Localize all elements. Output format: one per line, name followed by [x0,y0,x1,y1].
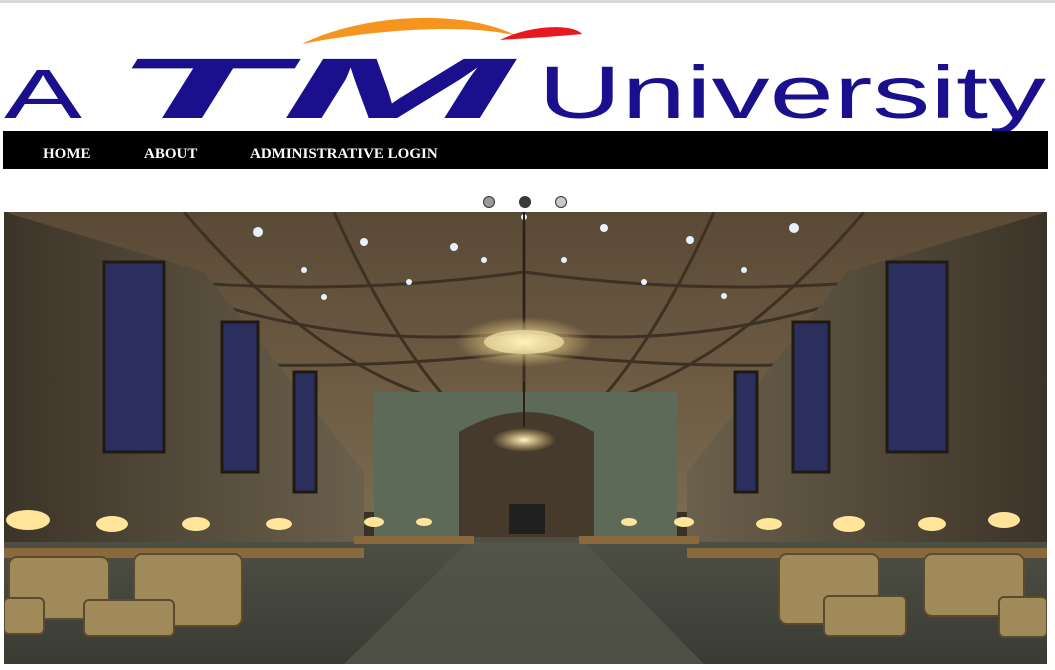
nav-home-link[interactable]: HOME [43,146,91,166]
nav-admin-login-link[interactable]: ADMINISTRATIVE LOGIN [250,146,438,166]
main-navigation: HOME ABOUT ADMINISTRATIVE LOGIN [3,131,1048,169]
hero-slide-image [4,212,1047,664]
logo-brand-text: TM [112,41,520,132]
slider-dot-2[interactable] [519,196,531,208]
end-door [509,504,545,534]
nav-about-link[interactable]: ABOUT [144,146,197,166]
slider-pagination [0,196,1055,208]
window-top-border [0,0,1055,3]
slider-dot-3[interactable] [555,196,567,208]
logo-suffix-text: University [538,51,1046,132]
logo-prefix-text: A [4,55,82,132]
slider-dot-1[interactable] [483,196,495,208]
site-logo-banner: A TM University [2,6,1050,132]
logo-red-swoosh [500,27,582,40]
